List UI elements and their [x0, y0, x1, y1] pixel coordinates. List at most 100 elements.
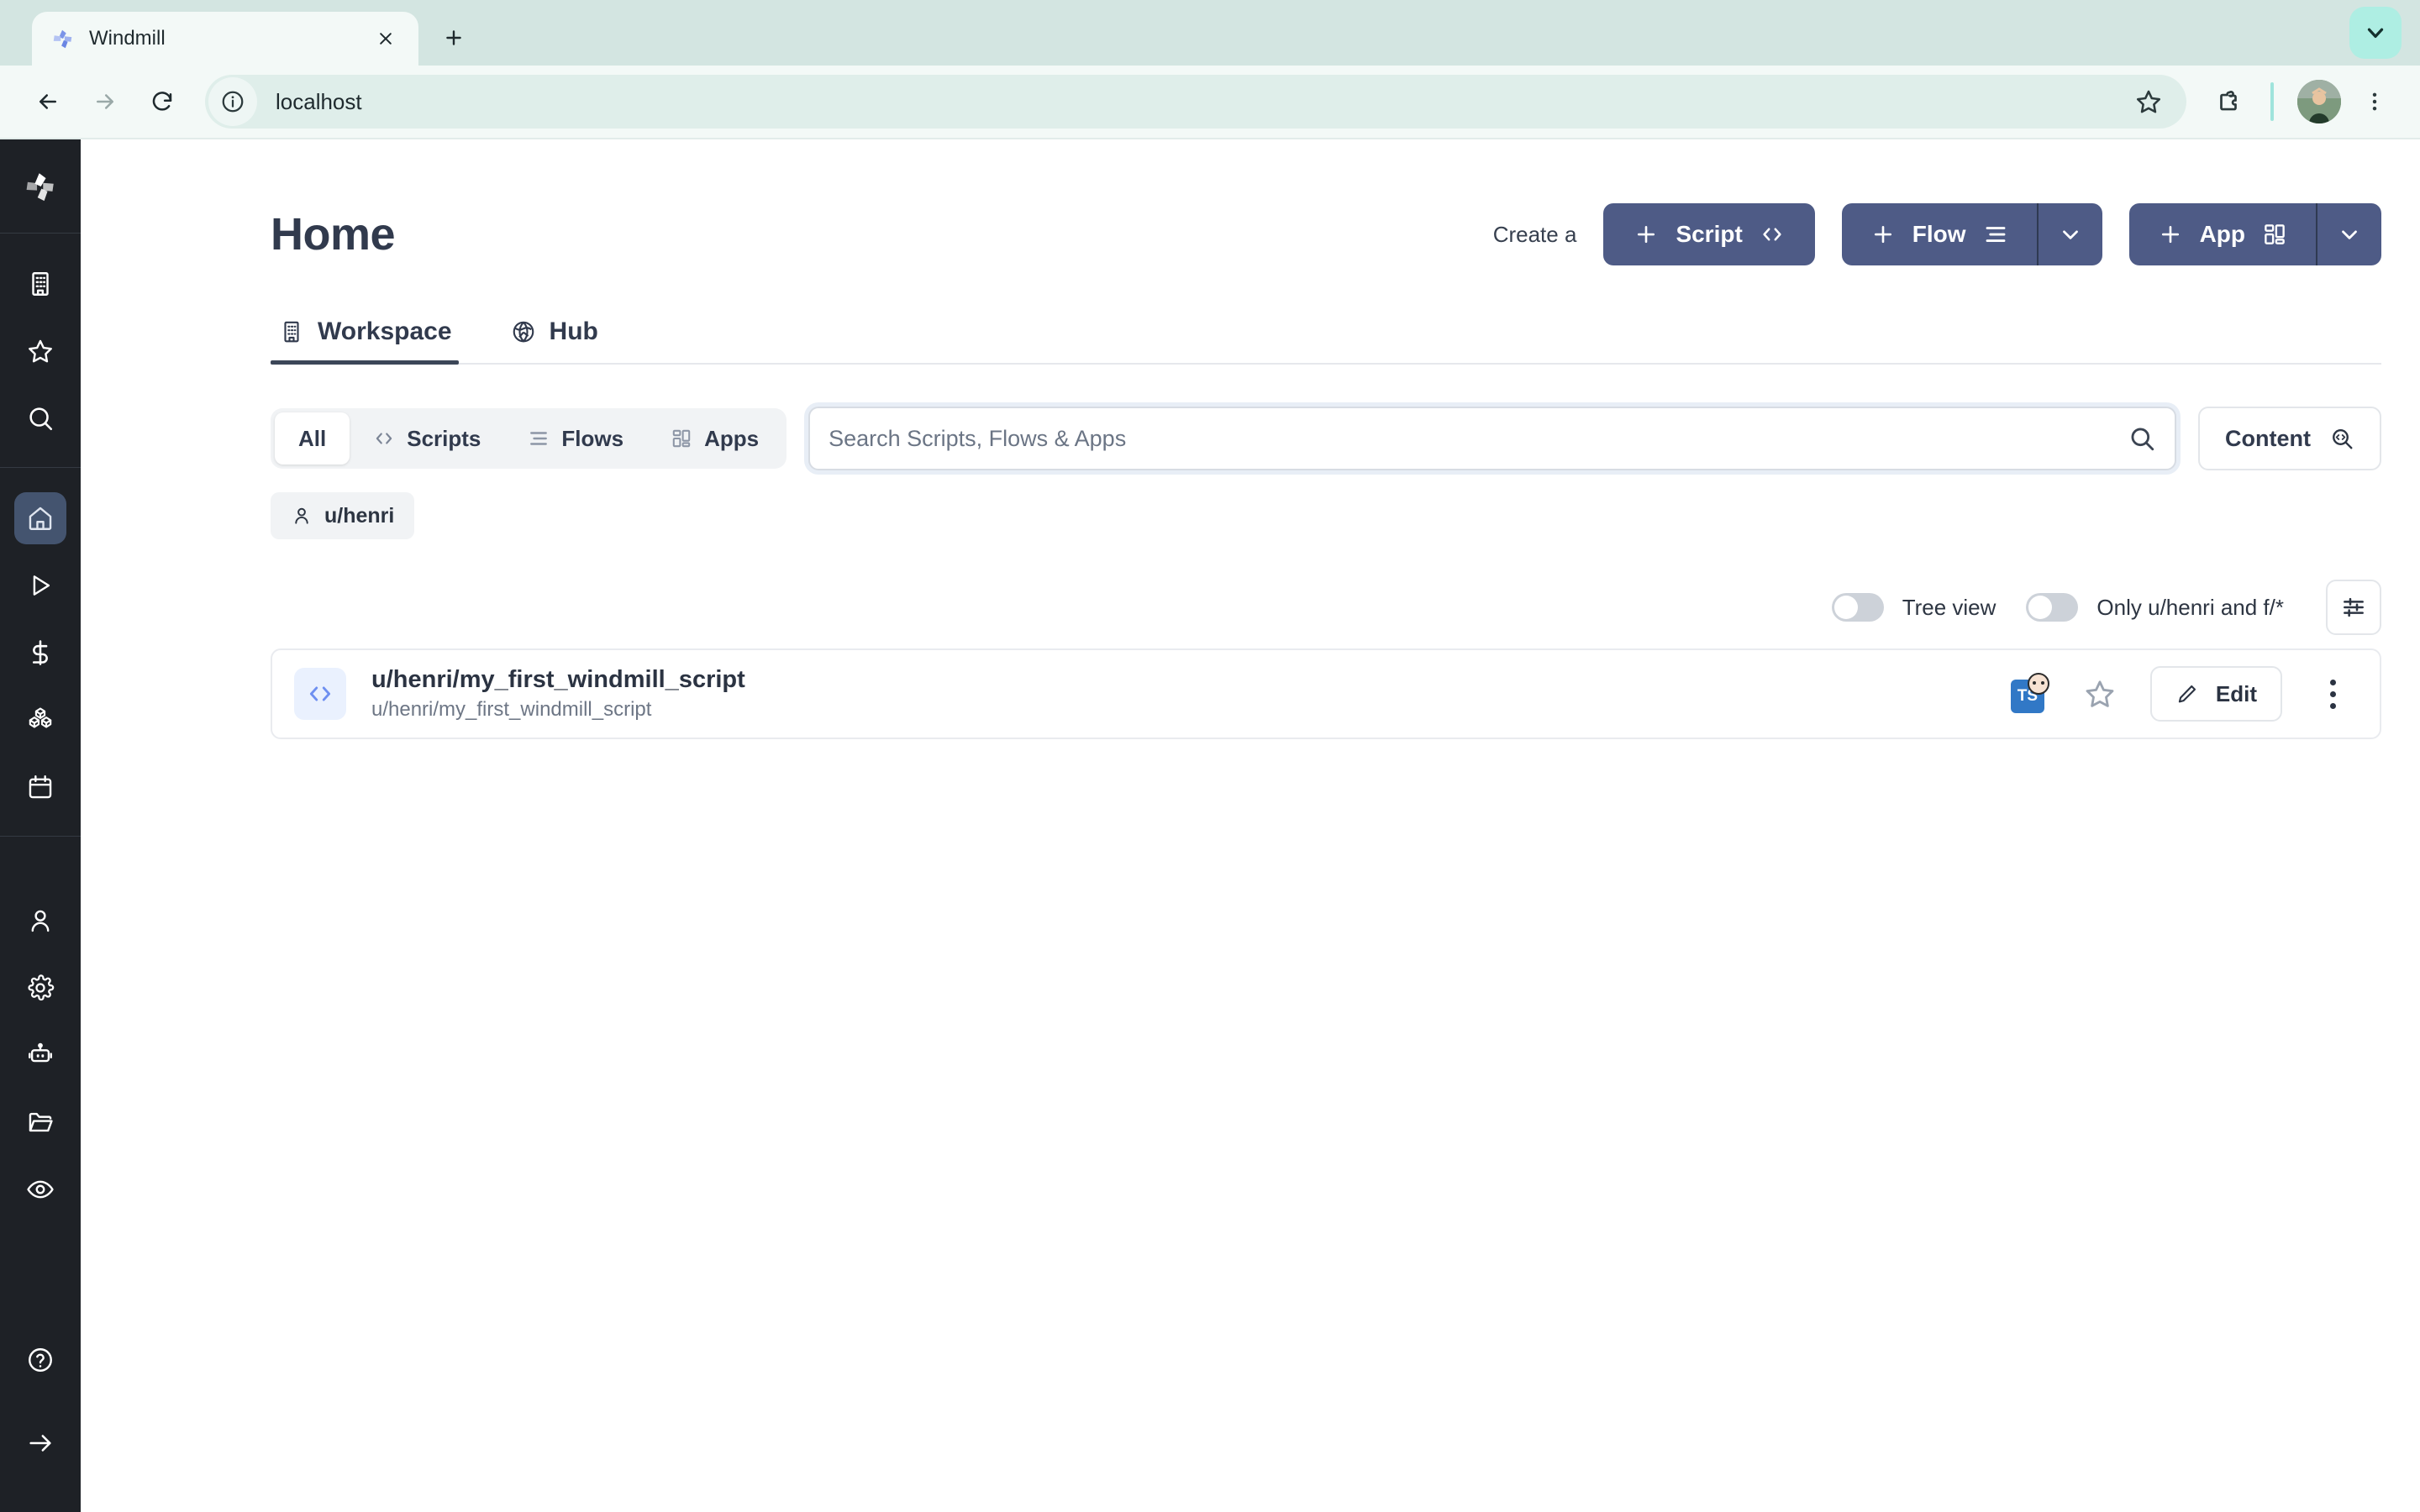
create-script-group: Script — [1603, 203, 1814, 265]
windmill-app: Home Create a Script — [0, 139, 2420, 1512]
search-box[interactable] — [808, 407, 2176, 470]
windmill-logo-icon — [50, 26, 76, 51]
filter-apps[interactable]: Apps — [647, 412, 782, 465]
browser-tab[interactable]: Windmill — [32, 12, 418, 66]
create-app-dropdown[interactable] — [2316, 203, 2381, 265]
puzzle-piece-icon[interactable] — [2205, 78, 2252, 125]
browser-tabstrip: Windmill — [0, 0, 2420, 66]
favorite-star-icon[interactable] — [2081, 675, 2118, 712]
chevron-down-icon — [2337, 222, 2362, 247]
grid-blocks-icon — [2262, 222, 2287, 247]
new-tab-button[interactable] — [430, 14, 477, 61]
back-arrow-icon[interactable] — [22, 76, 74, 128]
code-icon — [294, 668, 346, 720]
sidebar-logo[interactable] — [0, 139, 81, 234]
edit-button[interactable]: Edit — [2150, 666, 2282, 722]
active-filter-chips: u/henri — [271, 492, 2381, 539]
create-flow-dropdown[interactable] — [2037, 203, 2102, 265]
sidebar-group-footer — [0, 1310, 81, 1492]
three-dot-menu-icon[interactable] — [2351, 78, 2398, 125]
header-actions: Create a Script Flow — [1493, 203, 2381, 265]
typescript-badge-icon: TS — [2011, 675, 2049, 713]
search-icon[interactable] — [2128, 424, 2156, 453]
browser-tab-title: Windmill — [89, 27, 358, 50]
deno-mascot-icon — [2028, 673, 2049, 695]
sidebar-item-folders[interactable] — [14, 1096, 66, 1148]
create-app-label: App — [2200, 221, 2245, 248]
list-item-title: u/henri/my_first_windmill_script — [371, 666, 745, 694]
info-icon[interactable] — [208, 77, 257, 126]
create-script-button[interactable]: Script — [1603, 203, 1814, 265]
sidebar-item-audit-logs[interactable] — [14, 1163, 66, 1215]
sidebar-item-search[interactable] — [14, 392, 66, 444]
only-user-toggle[interactable] — [2026, 593, 2078, 622]
sidebar-item-variables[interactable] — [14, 627, 66, 679]
three-dot-menu-icon[interactable] — [2314, 673, 2351, 715]
sidebar-item-settings[interactable] — [14, 962, 66, 1014]
sidebar-item-users[interactable] — [14, 895, 66, 947]
code-icon — [1760, 222, 1785, 247]
sidebar-item-schedules[interactable] — [14, 761, 66, 813]
create-flow-group: Flow — [1842, 203, 2102, 265]
create-flow-label: Flow — [1912, 221, 1966, 248]
filter-scripts[interactable]: Scripts — [350, 412, 504, 465]
list-item-subtitle: u/henri/my_first_windmill_script — [371, 698, 745, 722]
tab-hub[interactable]: Hub — [502, 318, 623, 363]
filter-all[interactable]: All — [275, 412, 350, 465]
sidebar-item-favorites[interactable] — [14, 325, 66, 377]
create-flow-button[interactable]: Flow — [1842, 203, 2037, 265]
browser-toolbar: localhost — [0, 66, 2420, 139]
filter-scripts-label: Scripts — [407, 426, 481, 452]
view-options-row: Tree view Only u/henri and f/* — [271, 580, 2381, 635]
sidebar-item-help[interactable] — [14, 1334, 66, 1386]
plus-icon — [2158, 222, 2183, 247]
filter-chip-user[interactable]: u/henri — [271, 492, 414, 539]
globe-icon — [511, 319, 536, 344]
sidebar-item-workers[interactable] — [14, 1029, 66, 1081]
results-list: u/henri/my_first_windmill_script u/henri… — [271, 648, 2381, 739]
main-content: Home Create a Script — [81, 139, 2420, 1512]
toolbar-divider — [2270, 82, 2274, 121]
sidebar-item-home[interactable] — [14, 492, 66, 544]
tab-workspace-label: Workspace — [318, 318, 452, 346]
app-sidebar — [0, 139, 81, 1512]
tree-view-toggle[interactable] — [1832, 593, 1884, 622]
flow-lines-icon — [528, 428, 550, 449]
filter-flows[interactable]: Flows — [504, 412, 647, 465]
sidebar-item-runs[interactable] — [14, 559, 66, 612]
search-wrapper — [808, 407, 2176, 470]
code-search-icon — [2329, 426, 2354, 451]
bookmark-star-icon[interactable] — [2129, 82, 2168, 121]
reload-icon[interactable] — [136, 76, 188, 128]
tree-view-label: Tree view — [1902, 595, 1996, 621]
sidebar-item-expand[interactable] — [14, 1417, 66, 1469]
content-search-label: Content — [2225, 426, 2311, 452]
tab-hub-label: Hub — [550, 318, 598, 346]
flow-lines-icon — [1983, 222, 2008, 247]
filter-chip-label: u/henri — [324, 504, 394, 528]
create-app-button[interactable]: App — [2129, 203, 2316, 265]
content-search-button[interactable]: Content — [2198, 407, 2381, 470]
browser-window: Windmill — [0, 0, 2420, 1512]
pencil-icon — [2175, 682, 2199, 706]
code-icon — [373, 428, 395, 449]
create-a-label: Create a — [1493, 222, 1577, 248]
sidebar-group-main — [0, 468, 81, 837]
create-app-group: App — [2129, 203, 2381, 265]
forward-arrow-icon — [79, 76, 131, 128]
address-bar[interactable]: localhost — [205, 75, 2186, 129]
filter-all-label: All — [298, 426, 326, 452]
search-input[interactable] — [829, 426, 2128, 452]
sidebar-group-admin — [0, 837, 81, 1238]
list-item[interactable]: u/henri/my_first_windmill_script u/henri… — [271, 648, 2381, 739]
sliders-icon[interactable] — [2326, 580, 2381, 635]
sidebar-item-resources[interactable] — [14, 694, 66, 746]
close-icon[interactable] — [371, 24, 400, 53]
create-script-label: Script — [1676, 221, 1742, 248]
sidebar-item-workspace[interactable] — [14, 258, 66, 310]
address-bar-url: localhost — [257, 89, 2129, 115]
tab-workspace[interactable]: Workspace — [271, 318, 477, 363]
main-tabs: Workspace Hub — [271, 318, 2381, 365]
avatar[interactable] — [2297, 80, 2341, 123]
chevron-down-icon[interactable] — [2349, 7, 2402, 59]
